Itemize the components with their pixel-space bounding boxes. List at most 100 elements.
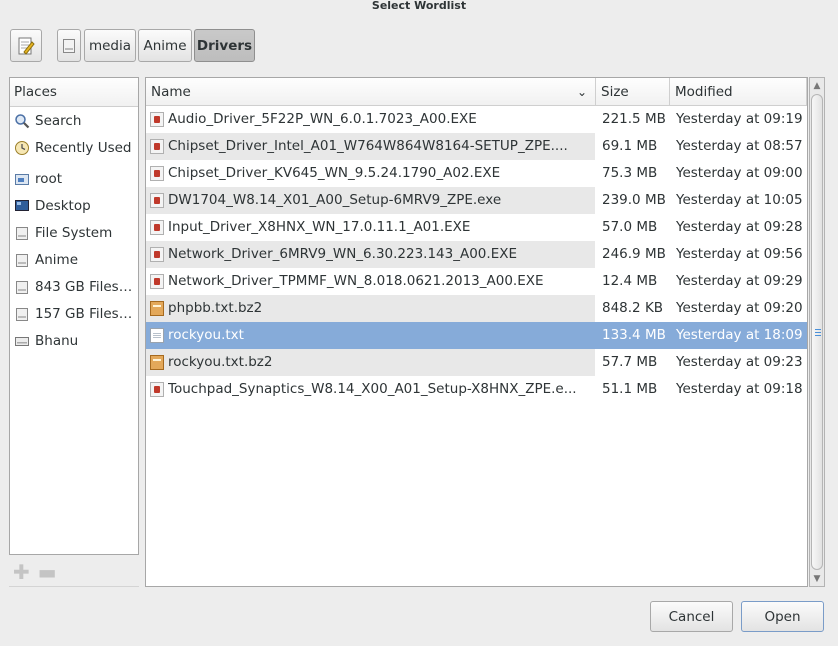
type-location-button[interactable] [10, 29, 42, 62]
open-label: Open [764, 608, 801, 625]
file-name: Chipset_Driver_KV645_WN_9.5.24.1790_A02.… [168, 165, 501, 181]
place-bhanu[interactable]: Bhanu [10, 327, 138, 354]
file-row[interactable]: Input_Driver_X8HNX_WN_17.0.11.1_A01.EXE … [146, 214, 807, 241]
file-size: 848.2 KB [596, 295, 669, 322]
file-size: 239.0 MB [596, 187, 669, 214]
file-modified: Yesterday at 09:23 [670, 349, 807, 376]
separator [9, 586, 139, 587]
path-segment-media[interactable]: media [84, 29, 136, 62]
places-header[interactable]: Places [10, 78, 138, 107]
edit-location-icon [18, 37, 35, 55]
scroll-down-icon[interactable]: ▼ [810, 572, 824, 586]
executable-icon [150, 274, 164, 289]
place-label: Recently Used [35, 139, 132, 156]
grip-icon [815, 329, 821, 337]
file-modified: Yesterday at 09:18 [676, 381, 803, 397]
file-name: Audio_Driver_5F22P_WN_6.0.1.7023_A00.EXE [168, 111, 477, 127]
column-header-modified[interactable]: Modified [670, 78, 807, 106]
file-size: 75.3 MB [602, 165, 658, 181]
file-row[interactable]: Network_Driver_6MRV9_WN_6.30.223.143_A00… [146, 241, 807, 268]
executable-icon [150, 166, 164, 181]
places-sidebar: Places Search Recently Used root Desktop… [9, 77, 139, 555]
open-button[interactable]: Open [741, 601, 824, 632]
file-name: Input_Driver_X8HNX_WN_17.0.11.1_A01.EXE [168, 219, 471, 235]
places-actions: ✚ ▬ [13, 562, 57, 582]
place-label: 157 GB Files… [35, 305, 133, 322]
file-row[interactable]: phpbb.txt.bz2 848.2 KB Yesterday at 09:2… [146, 295, 807, 322]
cancel-button[interactable]: Cancel [650, 601, 733, 632]
path-segment-label: media [88, 37, 132, 54]
file-name: Network_Driver_6MRV9_WN_6.30.223.143_A00… [168, 246, 517, 262]
network-drive-icon [14, 333, 30, 349]
file-row[interactable]: Chipset_Driver_KV645_WN_9.5.24.1790_A02.… [146, 160, 807, 187]
remove-bookmark-button[interactable]: ▬ [38, 562, 57, 582]
file-size: 246.9 MB [596, 241, 669, 268]
window-title: Select Wordlist [371, 0, 467, 12]
scroll-up-icon[interactable]: ▲ [810, 79, 824, 93]
place-root[interactable]: root [10, 165, 138, 192]
path-segment-anime[interactable]: Anime [138, 29, 192, 62]
file-row[interactable]: Chipset_Driver_Intel_A01_W764W864W8164-S… [146, 133, 807, 160]
archive-icon [150, 355, 164, 370]
cancel-label: Cancel [668, 608, 715, 625]
place-label: File System [35, 224, 113, 241]
search-icon [14, 113, 30, 129]
place-recently-used[interactable]: Recently Used [10, 134, 138, 161]
place-label: Anime [35, 251, 78, 268]
file-size: 12.4 MB [602, 273, 658, 289]
file-modified: Yesterday at 10:05 [670, 187, 807, 214]
file-size: 221.5 MB [602, 111, 666, 127]
drive-icon [14, 306, 30, 322]
drive-icon [14, 252, 30, 268]
file-list-scrollbar[interactable]: ▲ ▼ [809, 77, 825, 587]
file-row-selected[interactable]: rockyou.txt 133.4 MB Yesterday at 18:09 [146, 322, 807, 349]
file-modified: Yesterday at 09:28 [676, 219, 803, 235]
column-header-label: Modified [675, 84, 733, 100]
place-label: Desktop [35, 197, 91, 214]
place-157gb[interactable]: 157 GB Files… [10, 300, 138, 327]
scrollbar-thumb[interactable] [811, 94, 823, 570]
place-search[interactable]: Search [10, 107, 138, 134]
place-843gb[interactable]: 843 GB Files… [10, 273, 138, 300]
column-header-size[interactable]: Size [596, 78, 670, 106]
place-desktop[interactable]: Desktop [10, 192, 138, 219]
drive-icon [63, 38, 75, 53]
path-segment-drivers[interactable]: Drivers [194, 29, 255, 62]
file-row[interactable]: rockyou.txt.bz2 57.7 MB Yesterday at 09:… [146, 349, 807, 376]
file-modified: Yesterday at 08:57 [670, 133, 807, 160]
file-row[interactable]: Touchpad_Synaptics_W8.14_X00_A01_Setup-X… [146, 376, 807, 403]
executable-icon [150, 247, 164, 262]
executable-icon [150, 382, 164, 397]
drive-icon [14, 225, 30, 241]
file-row[interactable]: Audio_Driver_5F22P_WN_6.0.1.7023_A00.EXE… [146, 106, 807, 133]
file-row[interactable]: Network_Driver_TPMMF_WN_8.018.0621.2013_… [146, 268, 807, 295]
chevron-down-icon: ⌄ [576, 85, 587, 99]
add-bookmark-button[interactable]: ✚ [13, 562, 30, 582]
file-size: 133.4 MB [596, 322, 669, 349]
archive-icon [150, 301, 164, 316]
path-segment-label: Drivers [196, 37, 253, 54]
file-size: 57.7 MB [596, 349, 669, 376]
path-root-button[interactable] [57, 29, 81, 62]
place-anime[interactable]: Anime [10, 246, 138, 273]
executable-icon [150, 220, 164, 235]
file-name: rockyou.txt [168, 327, 244, 343]
executable-icon [150, 112, 164, 127]
executable-icon [150, 139, 164, 154]
file-name: Touchpad_Synaptics_W8.14_X00_A01_Setup-X… [168, 381, 577, 397]
file-list: Name ⌄ Size Modified Audio_Driver_5F22P_… [145, 77, 808, 587]
place-file-system[interactable]: File System [10, 219, 138, 246]
file-modified: Yesterday at 09:56 [670, 241, 807, 268]
file-name: rockyou.txt.bz2 [168, 354, 273, 370]
file-name: DW1704_W8.14_X01_A00_Setup-6MRV9_ZPE.exe [168, 192, 502, 208]
file-name: Network_Driver_TPMMF_WN_8.018.0621.2013_… [168, 273, 544, 289]
file-size: 57.0 MB [602, 219, 658, 235]
file-row[interactable]: DW1704_W8.14_X01_A00_Setup-6MRV9_ZPE.exe… [146, 187, 807, 214]
text-file-icon [150, 328, 164, 343]
file-name: Chipset_Driver_Intel_A01_W764W864W8164-S… [168, 138, 568, 154]
file-name: phpbb.txt.bz2 [168, 300, 263, 316]
column-header-name[interactable]: Name ⌄ [146, 78, 596, 106]
file-modified: Yesterday at 18:09 [670, 322, 807, 349]
file-modified: Yesterday at 09:00 [676, 165, 803, 181]
column-header-label: Size [601, 84, 629, 100]
